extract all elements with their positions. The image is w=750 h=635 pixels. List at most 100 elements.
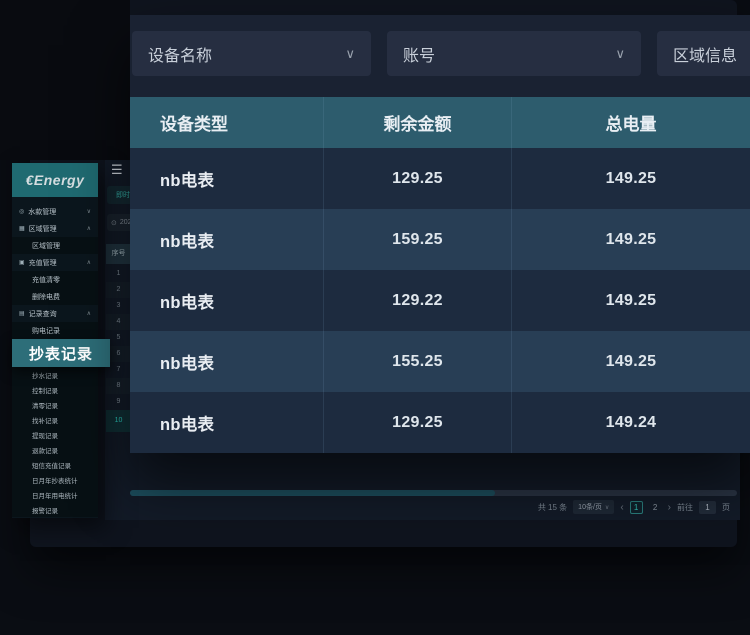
cell-balance: 155.25 (323, 331, 511, 392)
sidebar-subitem-meter-stats[interactable]: 日月年抄表统计 (12, 472, 98, 487)
cell-total-power: 149.25 (511, 270, 750, 331)
sidebar-item-label: 抄水记录 (32, 370, 58, 380)
table-row[interactable]: nb电表 129.25 149.25 (130, 148, 750, 209)
hamburger-menu-icon[interactable]: ☰ (111, 162, 123, 178)
sidebar-item-label: 日月年用电统计 (32, 490, 78, 500)
sidebar-subitem-refund-records[interactable]: 退款记录 (12, 442, 98, 457)
table-row[interactable]: nb电表 129.22 149.25 (130, 270, 750, 331)
goto-page-input[interactable]: 1 (699, 501, 716, 514)
sidebar-item-label: 水款管理 (28, 207, 56, 217)
seq-cell: 1 (106, 266, 131, 282)
seq-cell-active[interactable]: 10 (106, 410, 131, 432)
sidebar-item-region-management[interactable]: ▦ 区域管理 ∧ (12, 220, 98, 237)
sidebar-subitem-purchase-records[interactable]: 购电记录 (12, 322, 98, 339)
sidebar-item-label: 充值管理 (29, 258, 57, 268)
sidebar-item-label: 购电记录 (32, 326, 60, 336)
filter-bar: 设备名称 ∨ 账号 ∨ 区域信息 (130, 31, 750, 76)
header-total-power: 总电量 (511, 97, 750, 148)
sidebar-menu: ◎ 水款管理 ∨ ▦ 区域管理 ∧ 区域管理 ▣ 充值管理 ∧ 充值清零 (12, 197, 98, 517)
records-overlay: 设备名称 ∨ 账号 ∨ 区域信息 设备类型 剩余金额 总电量 nb电表 129.… (130, 15, 750, 453)
sidebar-item-label: 找补记录 (32, 415, 58, 425)
cell-balance: 129.25 (323, 148, 511, 209)
sidebar-item-label: 控制记录 (32, 385, 58, 395)
seq-column-header: 序号 (106, 244, 131, 264)
chevron-down-icon: ∨ (605, 504, 609, 511)
cell-device-type: nb电表 (130, 392, 323, 453)
seq-cell: 8 (106, 378, 131, 394)
sidebar-item-fee-management[interactable]: ◎ 水款管理 ∨ (12, 203, 98, 220)
recharge-icon: ▣ (19, 259, 25, 266)
chevron-down-icon: ∨ (345, 46, 355, 62)
table-row[interactable]: nb电表 159.25 149.25 (130, 209, 750, 270)
sidebar-subitem-sms-recharge-records[interactable]: 短信充值记录 (12, 457, 98, 472)
cell-balance: 159.25 (323, 209, 511, 270)
chevron-up-icon: ∧ (87, 259, 91, 266)
cell-device-type: nb电表 (130, 209, 323, 270)
goto-unit: 页 (722, 502, 730, 513)
page-button-1[interactable]: 1 (630, 501, 643, 514)
chevron-down-icon: ∨ (615, 46, 625, 62)
seq-cell: 3 (106, 298, 131, 314)
sidebar-subitem-withdraw-records[interactable]: 提现记录 (12, 427, 98, 442)
sidebar-item-label: 删除电费 (32, 292, 60, 302)
pagination: 共 15 条 10条/页 ∨ ‹ 1 2 › 前往 1 页 (538, 500, 730, 514)
sidebar-subitem-adjust-records[interactable]: 找补记录 (12, 412, 98, 427)
sidebar-subitem-power-stats[interactable]: 日月年用电统计 (12, 487, 98, 502)
header-balance: 剩余金额 (323, 97, 511, 148)
sidebar-item-label: 提现记录 (32, 430, 58, 440)
goto-label: 前往 (677, 502, 693, 513)
chevron-up-icon: ∧ (87, 225, 91, 232)
cell-balance: 129.22 (323, 270, 511, 331)
app-root: ☰ 即时抄表 ⊙ 202 序号 1 2 3 4 5 6 7 8 9 10 共 1… (0, 0, 750, 635)
seq-cell: 4 (106, 314, 131, 330)
scrollbar-thumb[interactable] (130, 490, 495, 496)
page-size-select[interactable]: 10条/页 ∨ (573, 500, 614, 514)
sidebar-item-label: 日月年抄表统计 (32, 475, 78, 485)
sidebar-item-label: 退款记录 (32, 445, 58, 455)
page-size-value: 10条/页 (578, 502, 602, 512)
backdrop-mask (0, 0, 130, 160)
cell-total-power: 149.24 (511, 392, 750, 453)
account-select[interactable]: 账号 ∨ (387, 31, 641, 76)
cell-device-type: nb电表 (130, 270, 323, 331)
region-info-label: 区域信息 (673, 42, 737, 66)
prev-page-button[interactable]: ‹ (620, 501, 623, 514)
sidebar-subitem-water-records[interactable]: 抄水记录 (12, 367, 98, 382)
sidebar-item-recharge-management[interactable]: ▣ 充值管理 ∧ (12, 254, 98, 271)
horizontal-scrollbar[interactable] (130, 490, 737, 496)
sidebar-item-record-query[interactable]: ▤ 记录查询 ∧ (12, 305, 98, 322)
sidebar-subitem-delete-fee[interactable]: 删除电费 (12, 288, 98, 305)
fee-icon: ◎ (19, 208, 24, 215)
next-page-button[interactable]: › (668, 501, 671, 514)
account-label: 账号 (403, 42, 435, 66)
cell-device-type: nb电表 (130, 331, 323, 392)
cell-total-power: 149.25 (511, 209, 750, 270)
table-header-row: 设备类型 剩余金额 总电量 (130, 97, 750, 148)
sidebar-item-label: 区域管理 (29, 224, 57, 234)
cell-device-type: nb电表 (130, 148, 323, 209)
sidebar-item-label: 区域管理 (32, 241, 60, 251)
sidebar-subitem-recharge-reset[interactable]: 充值清零 (12, 271, 98, 288)
sidebar-subitem-reset-records[interactable]: 清零记录 (12, 397, 98, 412)
header-device-type: 设备类型 (130, 97, 323, 148)
records-icon: ▤ (19, 310, 25, 317)
sidebar-item-label: 短信充值记录 (32, 460, 71, 470)
seq-cell: 9 (106, 394, 131, 410)
sidebar-subitem-alarm-records[interactable]: 报警记录 (12, 502, 98, 517)
chevron-up-icon: ∧ (87, 310, 91, 317)
sidebar-subitem-control-records[interactable]: 控制记录 (12, 382, 98, 397)
app-logo: €Energy (12, 163, 98, 197)
sidebar: €Energy ◎ 水款管理 ∨ ▦ 区域管理 ∧ 区域管理 ▣ 充值管理 ∧ (12, 163, 98, 518)
table-row[interactable]: nb电表 129.25 149.24 (130, 392, 750, 453)
region-icon: ▦ (19, 225, 25, 232)
region-info-select[interactable]: 区域信息 (657, 31, 750, 76)
records-table: 设备类型 剩余金额 总电量 nb电表 129.25 149.25 nb电表 15… (130, 97, 750, 453)
device-name-select[interactable]: 设备名称 ∨ (132, 31, 371, 76)
cell-balance: 129.25 (323, 392, 511, 453)
sidebar-item-label: 记录查询 (29, 309, 57, 319)
table-row[interactable]: nb电表 155.25 149.25 (130, 331, 750, 392)
sidebar-subitem-region-management[interactable]: 区域管理 (12, 237, 98, 254)
sidebar-item-meter-records-active[interactable]: 抄表记录 (12, 339, 110, 367)
page-button-2[interactable]: 2 (649, 501, 662, 514)
pagination-total: 共 15 条 (538, 502, 567, 513)
